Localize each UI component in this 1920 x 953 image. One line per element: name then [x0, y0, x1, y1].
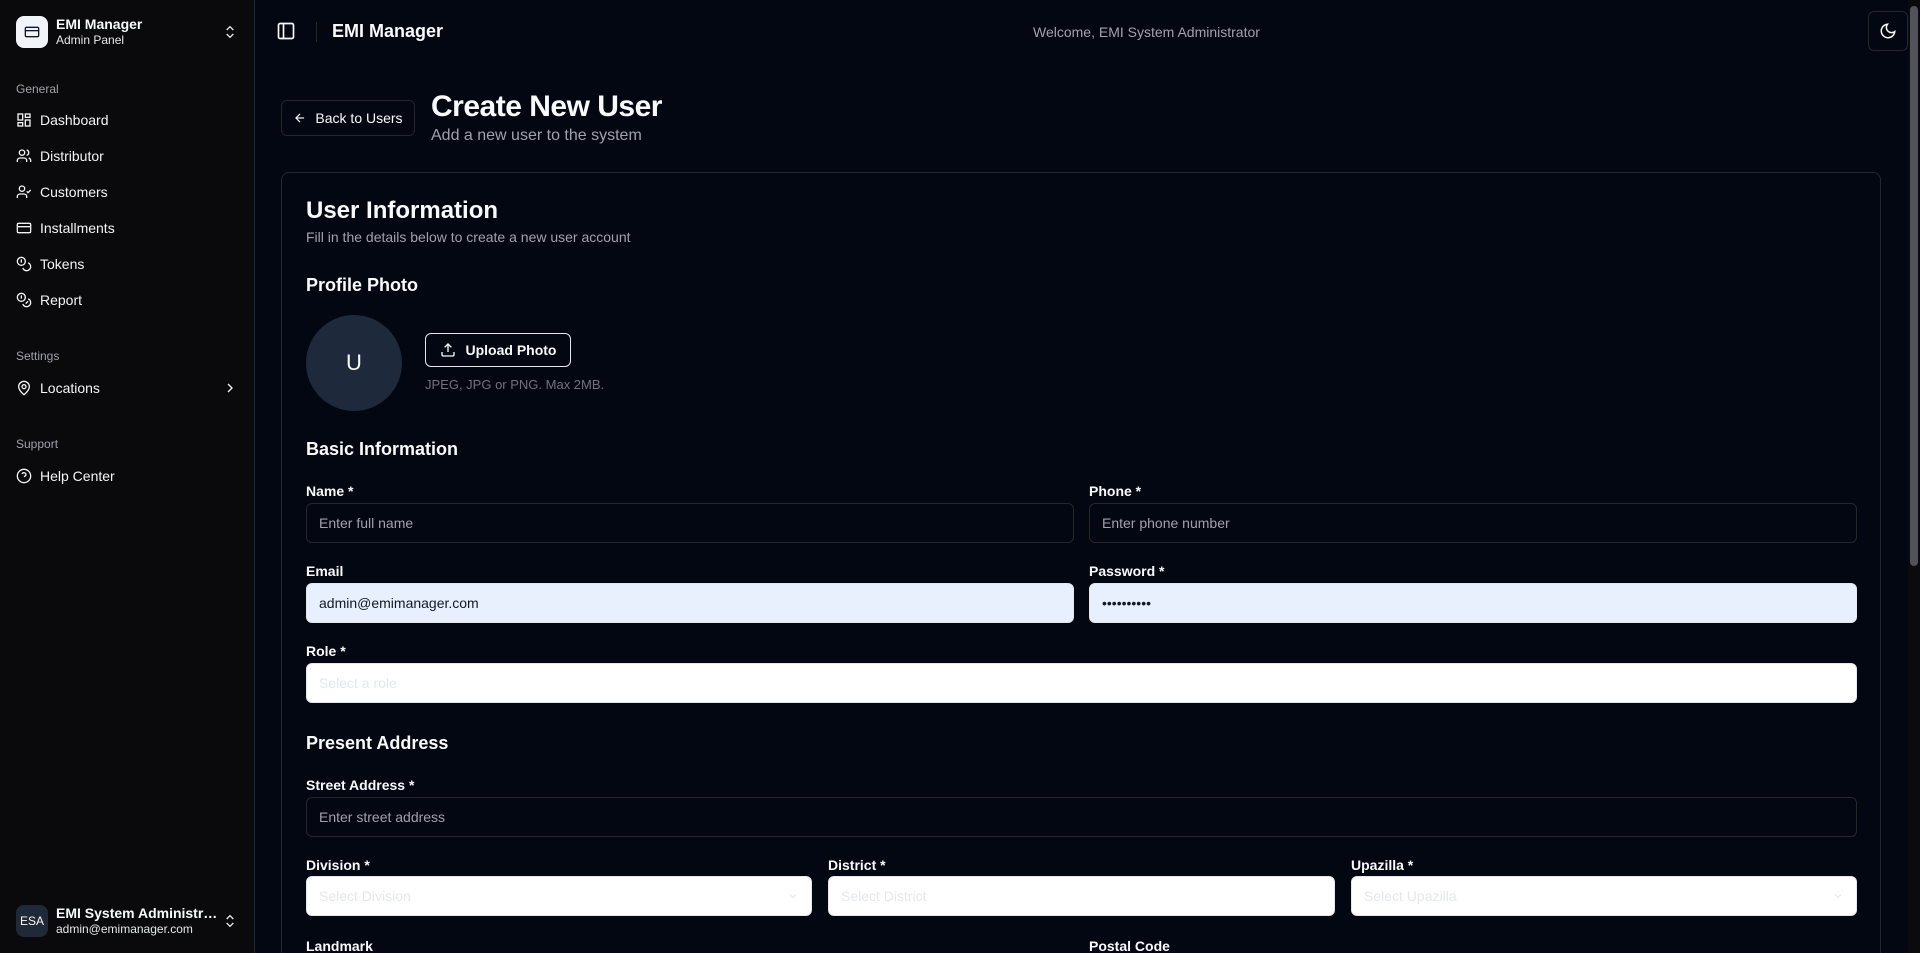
basic-information-heading: Basic Information: [306, 439, 459, 459]
avatar: ESA: [16, 905, 48, 937]
sidebar: EMI Manager Admin Panel General Dashboar…: [0, 0, 255, 953]
sidebar-item-label: Dashboard: [40, 112, 109, 128]
sidebar-item-label: Installments: [40, 220, 115, 236]
role-select-placeholder: Select a role: [319, 675, 397, 691]
card-title: User Information: [306, 197, 499, 224]
sidebar-item-label: Report: [40, 292, 83, 308]
brand-subtitle: Admin Panel: [56, 33, 125, 47]
sidebar-item-customers[interactable]: Customers: [8, 176, 246, 208]
upload-label: Upload Photo: [465, 342, 557, 358]
user-check-icon: [16, 185, 32, 198]
division-select[interactable]: Select Division: [306, 876, 812, 916]
chevron-down-icon: [789, 894, 797, 899]
user-email: admin@emimanager.com: [56, 922, 193, 936]
page-scrollbar[interactable]: [1908, 0, 1920, 953]
moon-icon: [1880, 23, 1896, 39]
brand-switcher[interactable]: EMI Manager Admin Panel: [8, 10, 246, 54]
sidebar-item-label: Tokens: [40, 256, 85, 272]
map-pin-icon: [17, 380, 31, 396]
district-placeholder: Select District: [841, 888, 927, 904]
chevron-down-icon: [1834, 894, 1842, 899]
back-to-users-button[interactable]: Back to Users: [281, 100, 415, 136]
theme-toggle-button[interactable]: [1868, 11, 1908, 51]
division-placeholder: Select Division: [319, 888, 411, 904]
brand-logo-icon: [16, 16, 48, 48]
password-label: Password *: [1089, 563, 1165, 579]
user-information-card: User Information Fill in the details bel…: [281, 172, 1881, 953]
sidebar-toggle-button[interactable]: [272, 17, 300, 45]
district-label: District *: [828, 857, 886, 873]
sidebar-item-locations[interactable]: Locations: [8, 372, 246, 404]
arrow-left-icon: [295, 113, 305, 123]
name-label: Name *: [306, 483, 354, 499]
role-label: Role *: [306, 643, 346, 659]
chevron-right-icon: [227, 383, 233, 393]
top-header: EMI Manager Welcome, EMI System Administ…: [256, 0, 1908, 64]
sidebar-item-report[interactable]: Report: [8, 284, 246, 316]
sidebar-item-dashboard[interactable]: Dashboard: [8, 104, 246, 136]
sidebar-item-distributor[interactable]: Distributor: [8, 140, 246, 172]
role-select[interactable]: Select a role: [306, 663, 1857, 703]
upazilla-label: Upazilla *: [1351, 857, 1414, 873]
scrollbar-thumb[interactable]: [1910, 6, 1918, 566]
sidebar-item-installments[interactable]: Installments: [8, 212, 246, 244]
sidebar-item-label: Customers: [40, 184, 108, 200]
street-address-input[interactable]: [306, 797, 1857, 837]
user-name: EMI System Administra...: [56, 905, 222, 921]
sidebar-item-tokens[interactable]: Tokens: [8, 248, 246, 280]
phone-label: Phone *: [1089, 483, 1142, 499]
page-title: Create New User: [431, 90, 662, 123]
tokens-icon: [16, 256, 32, 272]
welcome-text: Welcome, EMI System Administrator: [1033, 24, 1260, 40]
profile-avatar: U: [306, 315, 402, 411]
upload-photo-button[interactable]: Upload Photo: [425, 333, 571, 367]
division-label: Division *: [306, 857, 370, 873]
header-divider: [316, 22, 317, 42]
email-input[interactable]: [306, 583, 1074, 623]
card-icon: [16, 222, 32, 234]
help-circle-icon: [16, 468, 32, 484]
sidebar-item-help-center[interactable]: Help Center: [8, 460, 246, 492]
nav-group-support: Support: [16, 437, 59, 451]
user-menu[interactable]: ESA EMI System Administra... admin@emima…: [8, 898, 246, 944]
landmark-label: Landmark: [306, 938, 373, 953]
chevrons-up-down-icon: [226, 914, 234, 928]
present-address-heading: Present Address: [306, 733, 449, 753]
header-title: EMI Manager: [332, 21, 444, 41]
card-subtitle: Fill in the details below to create a ne…: [306, 229, 631, 245]
upload-hint: JPEG, JPG or PNG. Max 2MB.: [425, 377, 605, 392]
grid-icon: [17, 113, 31, 127]
phone-input[interactable]: [1089, 503, 1857, 543]
upazilla-select[interactable]: Select Upazilla: [1351, 876, 1857, 916]
nav-group-general: General: [16, 82, 59, 96]
postal-code-label: Postal Code: [1089, 938, 1170, 953]
profile-photo-heading: Profile Photo: [306, 275, 418, 295]
sidebar-item-label: Locations: [40, 380, 100, 396]
report-icon: [16, 292, 32, 308]
district-select[interactable]: Select District: [828, 876, 1335, 916]
upazilla-placeholder: Select Upazilla: [1364, 888, 1457, 904]
sidebar-item-label: Help Center: [40, 468, 115, 484]
street-address-label: Street Address *: [306, 777, 415, 793]
chevrons-up-down-icon: [226, 25, 234, 39]
email-label: Email: [306, 563, 344, 579]
back-label: Back to Users: [315, 110, 403, 126]
password-input[interactable]: [1089, 583, 1857, 623]
panel-left-icon: [277, 22, 295, 40]
name-input[interactable]: [306, 503, 1074, 543]
upload-icon: [440, 343, 455, 357]
users-icon: [16, 149, 32, 162]
sidebar-item-label: Distributor: [40, 148, 104, 164]
nav-group-settings: Settings: [16, 349, 60, 363]
page-subtitle: Add a new user to the system: [431, 127, 642, 144]
brand-title: EMI Manager: [56, 16, 143, 32]
